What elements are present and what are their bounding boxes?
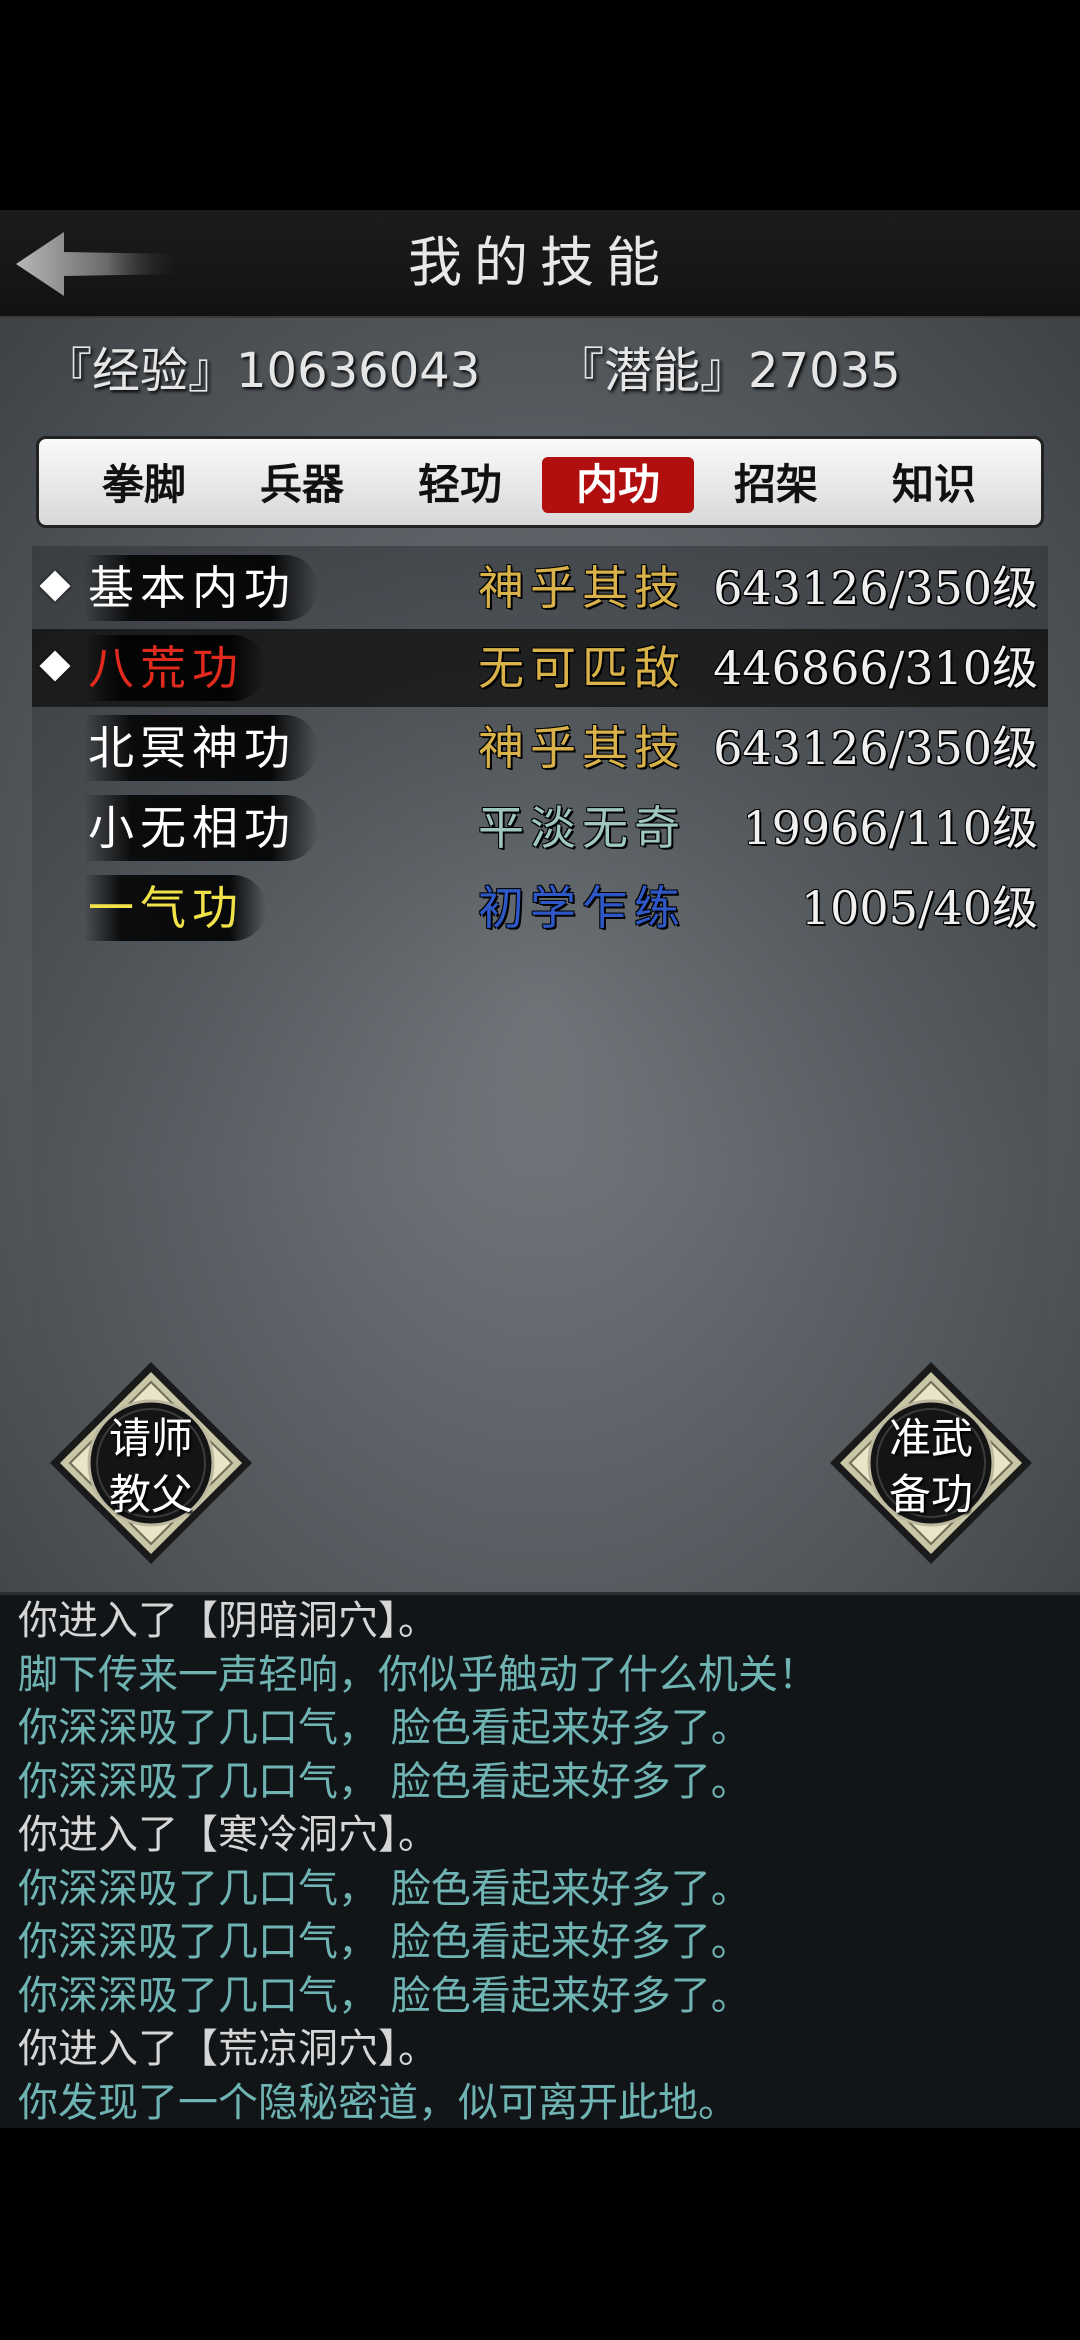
- stats-bar: 『经验』10636043 『潜能』27035: [0, 336, 1080, 406]
- skill-level: 初学乍练: [478, 881, 686, 935]
- status-area: [0, 0, 1080, 210]
- prepare-skill-button[interactable]: 准武 备功: [826, 1358, 1036, 1568]
- skill-category-tabs: 拳脚 兵器 轻功 内功 招架 知识: [36, 436, 1044, 528]
- tab-knowledge[interactable]: 知识: [858, 457, 1010, 513]
- log-line: 你深深吸了几口气， 脸色看起来好多了。: [18, 1972, 751, 2019]
- skill-name: 基本内功: [84, 555, 318, 621]
- skill-name: 北冥神功: [84, 715, 318, 781]
- skill-level: 无可匹敌: [478, 641, 686, 695]
- skill-name: 小无相功: [84, 795, 318, 861]
- skill-level: 神乎其技: [478, 561, 686, 615]
- button-label-line1: 准武: [888, 1414, 973, 1463]
- button-label-line2: 教父: [108, 1470, 193, 1519]
- tab-internal[interactable]: 内功: [542, 457, 694, 513]
- tab-weapon[interactable]: 兵器: [226, 457, 378, 513]
- potential-value: 『潜能』27035: [556, 343, 901, 399]
- log-line: 你发现了一个隐秘密道，似可离开此地。: [18, 2079, 738, 2126]
- log-line: 你深深吸了几口气， 脸色看起来好多了。: [18, 1865, 751, 1912]
- tab-fist[interactable]: 拳脚: [68, 457, 220, 513]
- log-line: 你深深吸了几口气， 脸色看起来好多了。: [18, 1705, 751, 1751]
- skill-level: 平淡无奇: [478, 801, 686, 855]
- skill-level: 神乎其技: [478, 721, 686, 775]
- skill-row[interactable]: 基本内功 神乎其技 643126/350级: [32, 549, 1048, 627]
- log-line: 你进入了【阴暗洞穴】。: [18, 1598, 438, 1644]
- experience-value: 『经验』10636043: [44, 343, 481, 399]
- skill-progress: 446866/310级: [713, 641, 1038, 695]
- skill-progress: 1005/40级: [800, 881, 1038, 935]
- header-bar: 我的技能: [0, 210, 1080, 318]
- skill-progress: 643126/350级: [713, 561, 1038, 615]
- skill-progress: 19966/110级: [742, 801, 1038, 855]
- log-line: 你进入了【寒冷洞穴】。: [18, 1812, 438, 1858]
- skill-row[interactable]: 八荒功 无可匹敌 446866/310级: [32, 629, 1048, 707]
- tab-parry[interactable]: 招架: [700, 457, 852, 513]
- log-line: 你深深吸了几口气， 脸色看起来好多了。: [18, 1758, 751, 1805]
- skill-row[interactable]: 小无相功 平淡无奇 19966/110级: [32, 789, 1048, 867]
- skills-panel: 『经验』10636043 『潜能』27035 拳脚 兵器 轻功 内功 招架 知识…: [0, 318, 1080, 1592]
- skill-row[interactable]: 北冥神功 神乎其技 643126/350级: [32, 709, 1048, 787]
- tab-lightness[interactable]: 轻功: [384, 457, 536, 513]
- button-label-line2: 备功: [888, 1470, 973, 1519]
- button-label-line1: 请师: [108, 1414, 193, 1463]
- log-line: 你进入了【荒凉洞穴】。: [18, 2026, 438, 2072]
- skill-progress: 643126/350级: [713, 721, 1038, 775]
- message-log[interactable]: 你进入了【阴暗洞穴】。 脚下传来一声轻响，你似乎触动了什么机关！ 你深深吸了几口…: [0, 1592, 1080, 2128]
- equipped-diamond-icon: [39, 570, 71, 602]
- log-line: 你深深吸了几口气， 脸色看起来好多了。: [18, 1919, 751, 1965]
- skill-row[interactable]: 一气功 初学乍练 1005/40级: [32, 869, 1048, 947]
- bottom-area: [0, 2128, 1080, 2340]
- ask-master-button[interactable]: 请师 教父: [46, 1358, 256, 1568]
- log-line: 脚下传来一声轻响，你似乎触动了什么机关！: [18, 1651, 818, 1698]
- skill-name: 一气功: [84, 875, 266, 941]
- equipped-diamond-icon: [39, 650, 71, 682]
- skill-name: 八荒功: [84, 635, 266, 701]
- page-title: 我的技能: [408, 231, 672, 294]
